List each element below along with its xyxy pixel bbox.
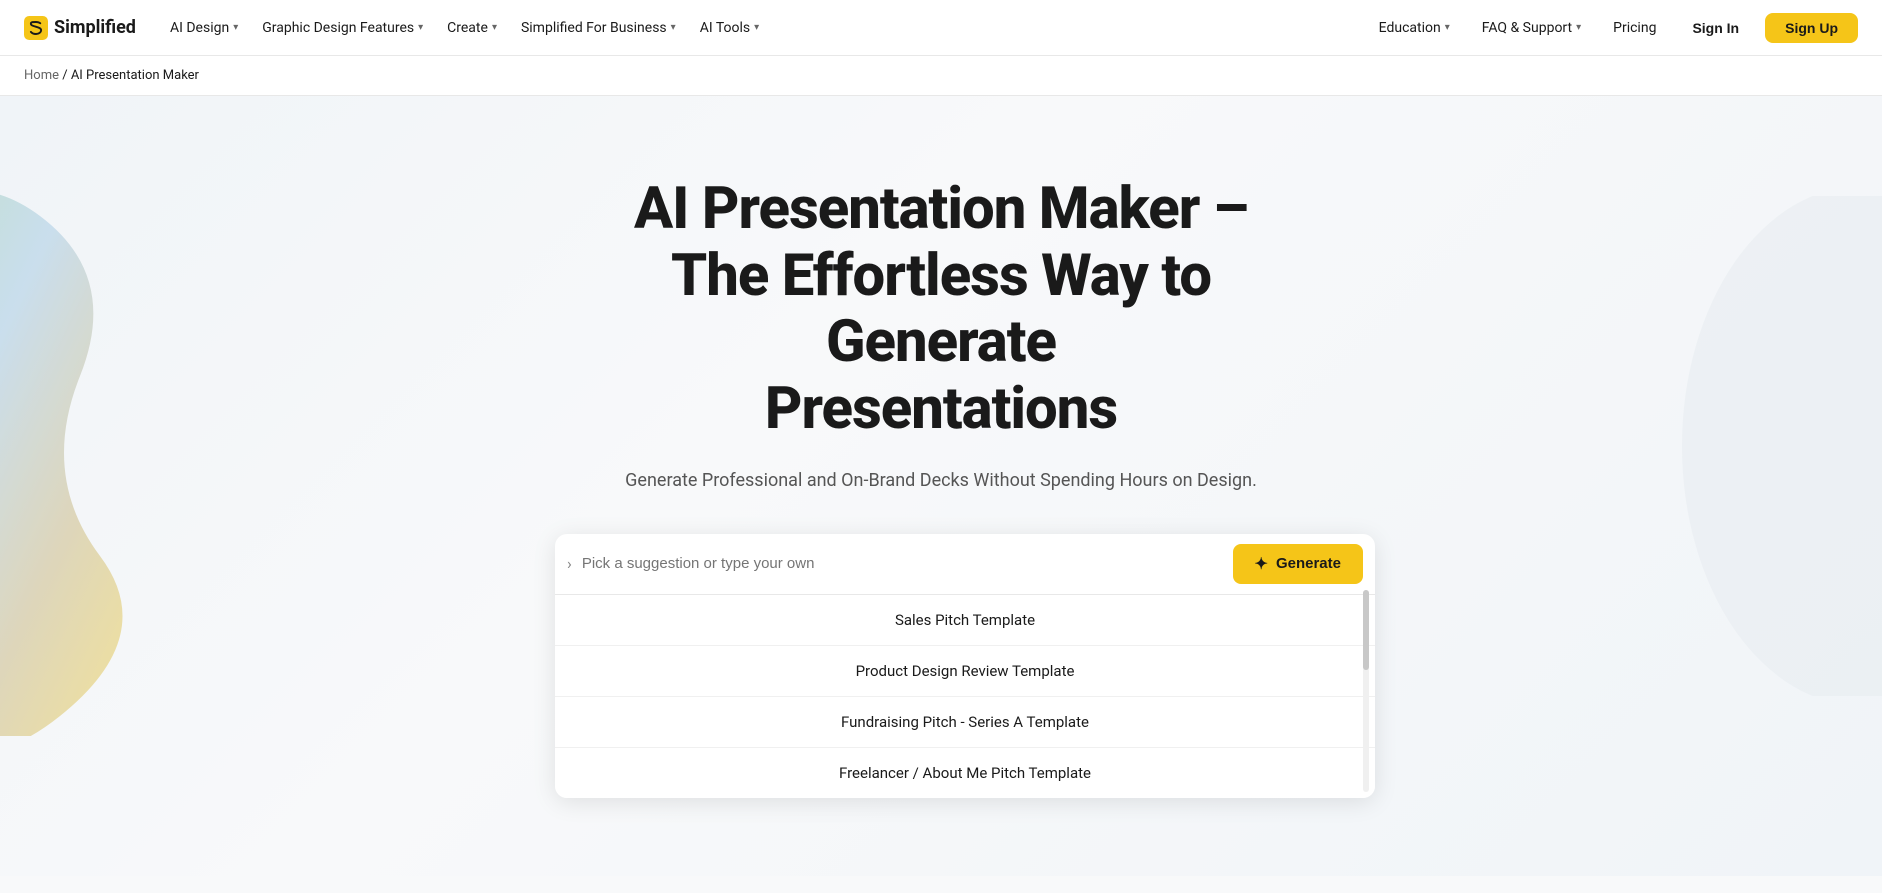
suggestion-item[interactable]: Product Design Review Template — [555, 646, 1375, 697]
nav-ai-design[interactable]: AI Design ▾ — [160, 14, 248, 42]
hero-title: AI Presentation Maker – The Effortless W… — [555, 176, 1327, 443]
nav-create[interactable]: Create ▾ — [437, 14, 507, 42]
magic-wand-icon: ✦ — [1255, 554, 1268, 574]
nav-education[interactable]: Education ▾ — [1369, 14, 1460, 42]
breadcrumb: Home / AI Presentation Maker — [0, 56, 1882, 96]
hero-section: AI Presentation Maker – The Effortless W… — [0, 96, 1882, 876]
signup-button[interactable]: Sign Up — [1765, 13, 1858, 43]
decorative-blob-left — [0, 136, 240, 736]
chevron-down-icon: ▾ — [233, 22, 238, 33]
logo[interactable]: Simplified — [24, 16, 136, 40]
suggestion-item[interactable]: Freelancer / About Me Pitch Template — [555, 748, 1375, 798]
chevron-down-icon: ▾ — [1445, 22, 1450, 33]
nav-ai-tools[interactable]: AI Tools ▾ — [690, 14, 769, 42]
generate-button[interactable]: ✦ Generate — [1233, 544, 1363, 584]
nav-pricing[interactable]: Pricing — [1603, 14, 1666, 42]
suggestions-list: Sales Pitch Template Product Design Revi… — [555, 595, 1375, 798]
hero-content: AI Presentation Maker – The Effortless W… — [531, 176, 1351, 798]
suggestion-item[interactable]: Fundraising Pitch - Series A Template — [555, 697, 1375, 748]
search-row: › ✦ Generate — [555, 534, 1375, 595]
suggestion-item[interactable]: Sales Pitch Template — [555, 595, 1375, 646]
nav-items: AI Design ▾ Graphic Design Features ▾ Cr… — [160, 14, 1365, 42]
breadcrumb-home[interactable]: Home — [24, 68, 59, 83]
breadcrumb-current: AI Presentation Maker — [71, 68, 199, 83]
chevron-down-icon: ▾ — [1576, 22, 1581, 33]
scrollbar-thumb[interactable] — [1363, 590, 1369, 670]
chevron-down-icon: ▾ — [492, 22, 497, 33]
chevron-down-icon: ▾ — [418, 22, 423, 33]
nav-right: Education ▾ FAQ & Support ▾ Pricing Sign… — [1365, 13, 1858, 43]
nav-graphic-design[interactable]: Graphic Design Features ▾ — [252, 14, 433, 42]
search-container: › ✦ Generate Sales Pitch Template Produc… — [555, 534, 1375, 798]
hero-subtitle: Generate Professional and On-Brand Decks… — [555, 467, 1327, 494]
logo-text: Simplified — [54, 17, 136, 38]
main-nav: Simplified AI Design ▾ Graphic Design Fe… — [0, 0, 1882, 56]
search-input[interactable] — [582, 555, 1233, 572]
chevron-down-icon: ▾ — [671, 22, 676, 33]
chevron-down-icon: ▾ — [754, 22, 759, 33]
signin-button[interactable]: Sign In — [1674, 13, 1757, 43]
nav-for-business[interactable]: Simplified For Business ▾ — [511, 14, 686, 42]
scrollbar-track — [1363, 590, 1369, 792]
expand-icon[interactable]: › — [567, 554, 572, 573]
breadcrumb-separator: / — [62, 68, 71, 83]
nav-faq-support[interactable]: FAQ & Support ▾ — [1472, 14, 1591, 42]
decorative-blob-right — [1662, 196, 1882, 696]
